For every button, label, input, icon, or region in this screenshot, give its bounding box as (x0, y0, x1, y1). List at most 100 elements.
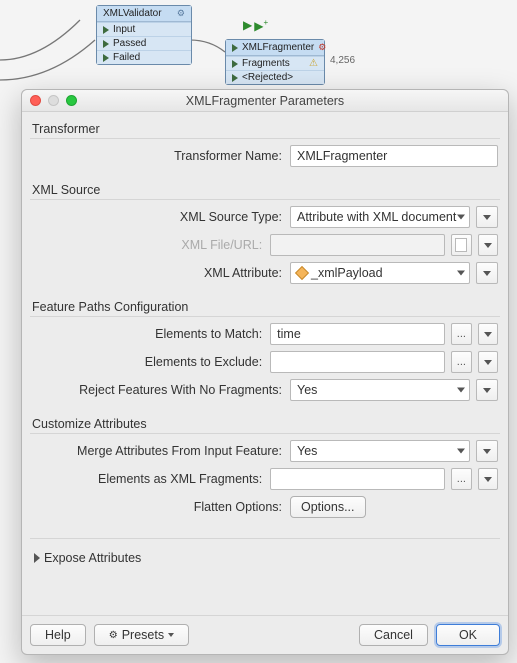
chevron-down-icon (484, 477, 492, 482)
elements-match-extra-button[interactable] (478, 323, 498, 345)
node-header: XMLValidator ⚙ (97, 6, 191, 22)
row-elements-as-xml: Elements as XML Fragments: ... (32, 468, 498, 490)
port-label: Fragments (242, 58, 290, 69)
merge-attrs-select[interactable]: Yes (290, 440, 470, 462)
dialog-body: Transformer Transformer Name: XML Source… (22, 112, 508, 615)
node-port[interactable]: Fragments ⚠ (226, 56, 324, 70)
node-port[interactable]: Failed (97, 50, 191, 64)
elements-exclude-field[interactable] (270, 351, 445, 373)
row-elements-exclude: Elements to Exclude: ... (32, 351, 498, 373)
cancel-button[interactable]: Cancel (359, 624, 428, 646)
chevron-down-icon (484, 332, 492, 337)
port-label: Input (113, 24, 135, 35)
disclosure-triangle-icon (34, 553, 40, 563)
flatten-options-button[interactable]: Options... (290, 496, 366, 518)
chevron-down-icon (483, 388, 491, 393)
maximize-icon[interactable] (66, 95, 77, 106)
warning-icon: ⚠ (309, 58, 318, 69)
expose-label: Expose Attributes (44, 551, 141, 565)
node-header: XMLFragmenter ⚙ (226, 40, 324, 56)
elements-as-xml-field[interactable] (270, 468, 445, 490)
gear-icon: ⚙ (109, 630, 118, 641)
merge-extra-button[interactable] (476, 440, 498, 462)
label-file-url: XML File/URL: (32, 238, 264, 252)
label-elements-match: Elements to Match: (32, 327, 264, 341)
divider (30, 199, 500, 200)
gear-icon[interactable]: ⚙ (177, 8, 185, 19)
elements-as-xml-edit-button[interactable]: ... (451, 468, 471, 490)
presets-button[interactable]: ⚙ Presets (94, 624, 189, 646)
feature-count: 4,256 (330, 55, 355, 66)
port-label: Failed (113, 52, 140, 63)
parameters-dialog: XMLFragmenter Parameters Transformer Tra… (21, 89, 509, 655)
file-icon (455, 238, 467, 252)
label-flatten: Flatten Options: (32, 500, 284, 514)
elements-exclude-extra-button[interactable] (478, 351, 498, 373)
select-value: Attribute with XML document (297, 210, 456, 224)
node-port[interactable]: Input (97, 22, 191, 36)
row-transformer-name: Transformer Name: (32, 145, 498, 167)
node-xmlfragmenter[interactable]: XMLFragmenter ⚙ Fragments ⚠ <Rejected> (225, 39, 325, 85)
port-arrow-icon (103, 54, 109, 62)
node-title: XMLFragmenter (242, 42, 314, 53)
dialog-title: XMLFragmenter Parameters (22, 94, 508, 108)
chevron-down-icon (457, 388, 465, 393)
port-arrow-icon (232, 60, 238, 68)
attribute-icon (295, 266, 309, 280)
row-elements-match: Elements to Match: ... (32, 323, 498, 345)
section-heading-transformer: Transformer (30, 118, 500, 138)
help-button[interactable]: Help (30, 624, 86, 646)
minimize-icon (48, 95, 59, 106)
row-source-type: XML Source Type: Attribute with XML docu… (32, 206, 498, 228)
close-icon[interactable] (30, 95, 41, 106)
row-reject-no-fragments: Reject Features With No Fragments: Yes (32, 379, 498, 401)
presets-label: Presets (122, 628, 164, 642)
expose-attributes-toggle[interactable]: Expose Attributes (30, 545, 500, 571)
port-label: <Rejected> (242, 72, 293, 83)
transformer-name-field[interactable] (290, 145, 498, 167)
node-port[interactable]: Passed (97, 36, 191, 50)
row-flatten: Flatten Options: Options... (32, 496, 498, 518)
browse-file-button[interactable] (451, 234, 471, 256)
titlebar: XMLFragmenter Parameters (22, 90, 508, 112)
chevron-down-icon (168, 633, 174, 637)
section-heading-xmlsource: XML Source (30, 179, 500, 199)
elements-match-edit-button[interactable]: ... (451, 323, 471, 345)
run-controls[interactable]: ▶ ▶+ (243, 18, 268, 33)
node-xmlvalidator[interactable]: XMLValidator ⚙ Input Passed Failed (96, 5, 192, 65)
row-xml-attribute: XML Attribute: _xmlPayload (32, 262, 498, 284)
port-arrow-icon (232, 44, 238, 52)
node-port[interactable]: <Rejected> (226, 70, 324, 84)
divider (30, 538, 500, 539)
file-url-extra-button[interactable] (478, 234, 498, 256)
chevron-down-icon (484, 243, 492, 248)
node-title: XMLValidator (103, 8, 162, 19)
xml-attribute-select[interactable]: _xmlPayload (290, 262, 470, 284)
file-url-field (270, 234, 445, 256)
port-arrow-icon (103, 26, 109, 34)
label-xml-attribute: XML Attribute: (32, 266, 284, 280)
reject-extra-button[interactable] (476, 379, 498, 401)
xml-attribute-extra-button[interactable] (476, 262, 498, 284)
play-icon[interactable]: ▶+ (254, 18, 268, 33)
elements-as-xml-extra-button[interactable] (478, 468, 498, 490)
workflow-canvas: XMLValidator ⚙ Input Passed Failed ▶ ▶+ … (0, 0, 517, 100)
elements-match-field[interactable] (270, 323, 445, 345)
label-source-type: XML Source Type: (32, 210, 284, 224)
select-value: _xmlPayload (311, 266, 383, 280)
elements-exclude-edit-button[interactable]: ... (451, 351, 471, 373)
reject-no-fragments-select[interactable]: Yes (290, 379, 470, 401)
chevron-down-icon (457, 449, 465, 454)
chevron-down-icon (457, 271, 465, 276)
play-icon[interactable]: ▶ (243, 18, 252, 33)
row-file-url: XML File/URL: (32, 234, 498, 256)
gear-icon[interactable]: ⚙ (318, 42, 326, 53)
ok-button[interactable]: OK (436, 624, 500, 646)
select-value: Yes (297, 383, 317, 397)
dialog-footer: Help ⚙ Presets Cancel OK (22, 615, 508, 654)
source-type-extra-button[interactable] (476, 206, 498, 228)
label-transformer-name: Transformer Name: (32, 149, 284, 163)
source-type-select[interactable]: Attribute with XML document (290, 206, 470, 228)
chevron-down-icon (483, 449, 491, 454)
chevron-down-icon (484, 360, 492, 365)
